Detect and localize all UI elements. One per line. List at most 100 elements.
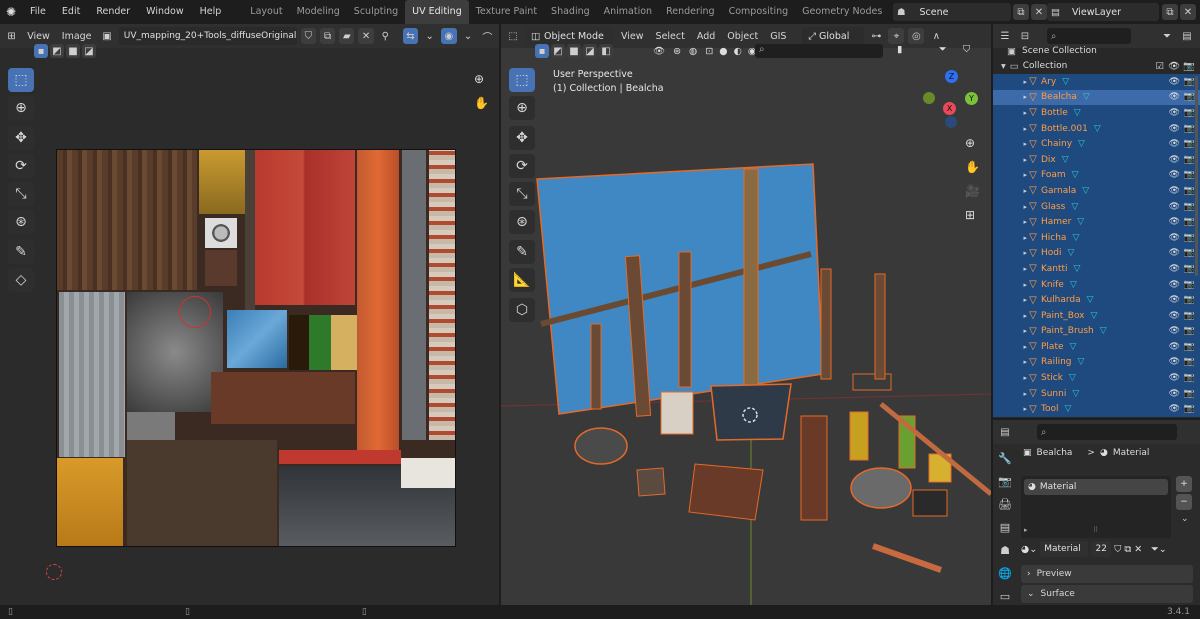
move-icon[interactable]: ✥ xyxy=(8,126,34,150)
material-users-count[interactable]: 22 xyxy=(1091,541,1112,557)
outliner-scrollbar[interactable] xyxy=(1195,76,1198,276)
render-camera-icon[interactable]: 📷 xyxy=(1184,373,1195,383)
rotate-icon[interactable]: ⟳ xyxy=(8,154,34,178)
render-camera-icon[interactable]: 📷 xyxy=(1184,404,1195,414)
image-name-field[interactable]: UV_mapping_20+Tools_diffuseOriginal.png xyxy=(118,27,297,45)
expand-arrow-icon[interactable]: ▸ xyxy=(993,374,1027,382)
pivot-icon[interactable]: ⌄ xyxy=(422,28,437,44)
properties-search-field[interactable]: ⌕ xyxy=(1037,424,1177,440)
3d-viewport[interactable]: ⬚ ◫ Object Mode View Select Add Object G… xyxy=(501,24,991,605)
outliner-item-chainy[interactable]: ▸ ▽ Chainy ▽ 👁 📷 xyxy=(993,136,1200,152)
render-camera-icon[interactable]: 📷 xyxy=(1184,326,1195,336)
expand-arrow-icon[interactable]: ▸ xyxy=(993,156,1027,164)
expand-arrow-icon[interactable]: ▸ xyxy=(993,78,1027,86)
cursor-icon[interactable]: ⊕ xyxy=(8,96,34,120)
render-camera-icon[interactable]: 📷 xyxy=(1184,202,1195,212)
collection-tab-icon[interactable]: ▭ xyxy=(995,586,1015,606)
render-camera-icon[interactable]: 📷 xyxy=(1184,155,1195,165)
visibility-eye-icon[interactable]: 👁 xyxy=(1169,139,1180,149)
visibility-eye-icon[interactable]: 👁 xyxy=(1169,124,1180,134)
menu-window[interactable]: Window xyxy=(138,0,191,24)
material-name-field[interactable]: Material xyxy=(1040,541,1089,557)
mesh-data-icon[interactable]: ▽ xyxy=(1074,108,1081,118)
render-camera-icon[interactable]: 📷 xyxy=(1184,357,1195,367)
image-browse-icon[interactable]: ▣ xyxy=(100,28,115,44)
expand-arrow-icon[interactable]: ▸ xyxy=(993,327,1027,335)
render-camera-icon[interactable]: 📷 xyxy=(1184,139,1195,149)
slot-list-grip-icon[interactable]: ⠿ xyxy=(1093,526,1098,534)
slot-expand-icon[interactable]: ▸ xyxy=(1024,526,1028,534)
mesh-data-icon[interactable]: ▽ xyxy=(1100,326,1107,336)
select-vertex-icon[interactable]: ▪ xyxy=(34,44,48,58)
mesh-data-icon[interactable]: ▽ xyxy=(1074,264,1081,274)
expand-arrow-icon[interactable]: ▸ xyxy=(993,109,1027,117)
render-camera-icon[interactable]: 📷 xyxy=(1184,311,1195,321)
visibility-eye-icon[interactable]: 👁 xyxy=(1169,108,1180,118)
outliner-item-dix[interactable]: ▸ ▽ Dix ▽ 👁 📷 xyxy=(993,152,1200,168)
2d-cursor-icon[interactable] xyxy=(46,564,62,580)
pan-hand-icon[interactable]: ✋ xyxy=(474,96,489,110)
material-fake-user-icon[interactable]: ⛉ xyxy=(1114,544,1121,555)
mesh-data-icon[interactable]: ▽ xyxy=(1072,233,1079,243)
material-unlink-icon[interactable]: ✕ xyxy=(1134,544,1142,555)
mesh-data-icon[interactable]: ▽ xyxy=(1071,202,1078,212)
outliner-item-bealcha[interactable]: ▸ ▽ Bealcha ▽ 👁 📷 xyxy=(993,89,1200,106)
visibility-eye-icon[interactable]: 👁 xyxy=(1169,248,1180,258)
annotate-icon[interactable]: ✎ xyxy=(8,240,34,264)
render-camera-icon[interactable]: 📷 xyxy=(1184,248,1195,258)
snap-icon[interactable]: ◉ xyxy=(441,28,457,44)
render-camera-icon[interactable]: 📷 xyxy=(1184,124,1195,134)
properties-editor-type-icon[interactable]: ▤ xyxy=(997,424,1013,440)
menu-edit[interactable]: Edit xyxy=(54,0,88,24)
visibility-eye-icon[interactable]: 👁 xyxy=(1169,342,1180,352)
expand-arrow-icon[interactable]: ▸ xyxy=(993,343,1027,351)
visibility-eye-icon[interactable]: 👁 xyxy=(1169,357,1180,367)
expand-arrow-icon[interactable]: ▸ xyxy=(993,203,1027,211)
outliner-item-hodi[interactable]: ▸ ▽ Hodi ▽ 👁 📷 xyxy=(993,246,1200,262)
scene-collection-row[interactable]: ▣ Scene Collection xyxy=(1007,44,1097,58)
outliner-item-foam[interactable]: ▸ ▽ Foam ▽ 👁 📷 xyxy=(993,168,1200,184)
outliner-item-bottle[interactable]: ▸ ▽ Bottle ▽ 👁 📷 xyxy=(993,105,1200,121)
render-camera-icon[interactable]: 📷 xyxy=(1184,217,1195,227)
outliner-item-knife[interactable]: ▸ ▽ Knife ▽ 👁 📷 xyxy=(993,277,1200,293)
mesh-data-icon[interactable]: ▽ xyxy=(1064,404,1071,414)
zoom-icon[interactable]: ⊕ xyxy=(474,72,484,86)
mesh-data-icon[interactable]: ▽ xyxy=(1083,92,1090,102)
collection-camera-icon[interactable]: 📷 xyxy=(1183,61,1195,72)
outliner-item-sunni[interactable]: ▸ ▽ Sunni ▽ 👁 📷 xyxy=(993,386,1200,402)
expand-arrow-icon[interactable]: ▸ xyxy=(993,93,1027,101)
mesh-data-icon[interactable]: ▽ xyxy=(1082,186,1089,196)
visibility-eye-icon[interactable]: 👁 xyxy=(1169,295,1180,305)
visibility-eye-icon[interactable]: 👁 xyxy=(1169,326,1180,336)
mesh-data-icon[interactable]: ▽ xyxy=(1062,155,1069,165)
expand-arrow-icon[interactable]: ▸ xyxy=(993,405,1027,413)
pin-icon[interactable]: ⚲ xyxy=(378,28,393,44)
outliner-item-railing[interactable]: ▸ ▽ Railing ▽ 👁 📷 xyxy=(993,355,1200,371)
menu-file[interactable]: File xyxy=(22,0,54,24)
preview-panel[interactable]: › Preview xyxy=(1021,565,1193,583)
expand-arrow-icon[interactable]: ▸ xyxy=(993,249,1027,257)
expand-arrow-icon[interactable]: ▸ xyxy=(993,171,1027,179)
render-tab-icon[interactable]: 📷 xyxy=(995,471,1015,491)
visibility-eye-icon[interactable]: 👁 xyxy=(1169,155,1180,165)
render-camera-icon[interactable]: 📷 xyxy=(1184,186,1195,196)
render-camera-icon[interactable]: 📷 xyxy=(1184,295,1195,305)
new-collection-icon[interactable]: ▤ xyxy=(1179,28,1195,44)
expand-arrow-icon[interactable]: ▸ xyxy=(993,296,1027,304)
view-layer-selector[interactable]: ▤ ViewLayer xyxy=(1047,3,1159,21)
scene-new-icon[interactable]: ⧉ xyxy=(1013,4,1029,20)
render-camera-icon[interactable]: 📷 xyxy=(1184,389,1195,399)
proportional-icon[interactable]: ⌄ xyxy=(461,28,476,44)
expand-arrow-icon[interactable]: ▸ xyxy=(993,390,1027,398)
menu-help[interactable]: Help xyxy=(192,0,230,24)
collection-checkbox[interactable]: ☑ xyxy=(1155,61,1164,72)
view-layer-delete-icon[interactable]: ✕ xyxy=(1180,4,1196,20)
rip-icon[interactable]: ◇ xyxy=(8,268,34,292)
uv-image-menu[interactable]: Image xyxy=(58,31,96,42)
uv-view-menu[interactable]: View xyxy=(23,31,54,42)
menu-render[interactable]: Render xyxy=(88,0,138,24)
tab-sculpting[interactable]: Sculpting xyxy=(347,0,405,24)
tab-modeling[interactable]: Modeling xyxy=(290,0,347,24)
outliner-item-garnala[interactable]: ▸ ▽ Garnala ▽ 👁 📷 xyxy=(993,183,1200,199)
collection-row[interactable]: ▾ ▭ Collection ☑ 👁 📷 xyxy=(1001,59,1200,73)
